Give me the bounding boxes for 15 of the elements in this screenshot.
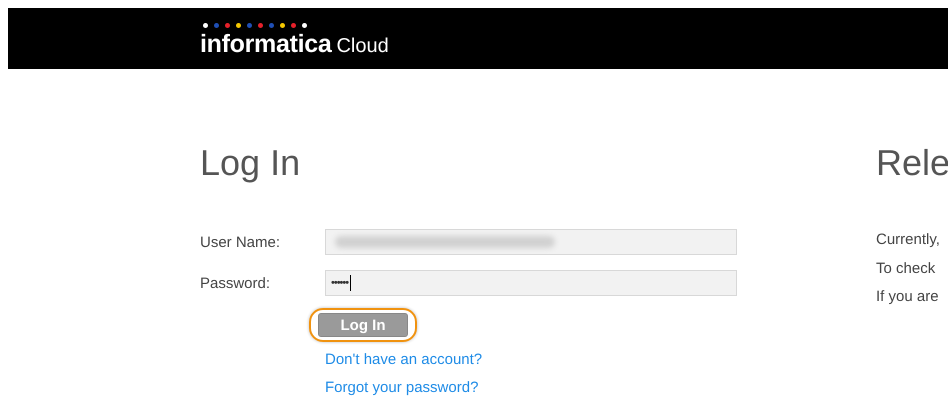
field-label: Password: [200,274,272,292]
text-line: If you are [876,287,940,307]
link[interactable]: Forgot your password? [325,379,478,396]
text-line: To check [876,258,936,278]
text-cursor [350,275,352,291]
field-value: •••••• [331,277,348,289]
field-label: User Name: [200,234,282,250]
text-line: Currently, [876,230,941,250]
link[interactable]: Don't have an account? [325,351,482,368]
input-field[interactable]: •••••• [325,270,737,296]
logo-product: Cloud [336,34,389,58]
page-title: Log In [200,143,302,183]
login-button[interactable]: Log In [318,313,408,337]
logo-wordmark: informatica [200,30,332,58]
input-field[interactable] [325,229,737,255]
